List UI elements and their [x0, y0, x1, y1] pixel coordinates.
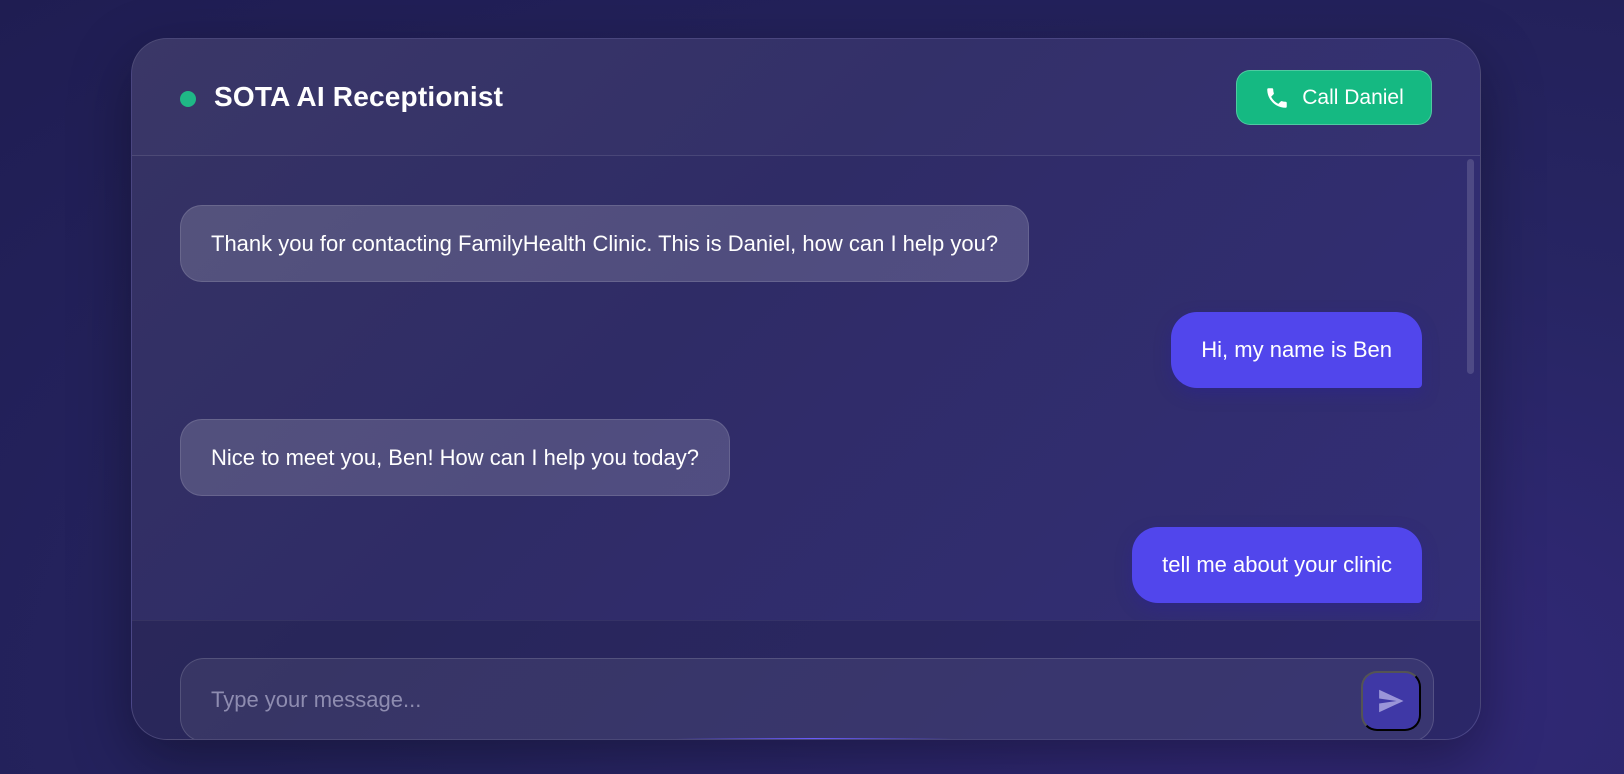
message-list-scrollbar[interactable]: [1467, 159, 1474, 374]
phone-icon: [1267, 87, 1287, 108]
send-button[interactable]: [1361, 671, 1421, 731]
message-list[interactable]: Thank you for contacting FamilyHealth Cl…: [132, 157, 1480, 620]
chat-window: SOTA AI Receptionist Call Daniel Thank y…: [131, 38, 1481, 740]
send-icon: [1379, 689, 1404, 713]
chat-header: SOTA AI Receptionist Call Daniel: [132, 39, 1480, 156]
message-input[interactable]: [181, 659, 1311, 739]
input-focus-glow: [676, 738, 952, 739]
bot-message: Thank you for contacting FamilyHealth Cl…: [180, 205, 1030, 282]
call-daniel-button[interactable]: Call Daniel: [1236, 70, 1432, 125]
message-composer: [180, 658, 1434, 739]
online-status-indicator: [180, 91, 196, 107]
user-message: Hi, my name is Ben: [1171, 312, 1422, 388]
composer-area: [132, 620, 1480, 739]
call-button-label: Call Daniel: [1302, 85, 1404, 109]
chat-title: SOTA AI Receptionist: [214, 81, 504, 112]
bot-message: Nice to meet you, Ben! How can I help yo…: [180, 419, 730, 496]
user-message: tell me about your clinic: [1132, 527, 1422, 603]
